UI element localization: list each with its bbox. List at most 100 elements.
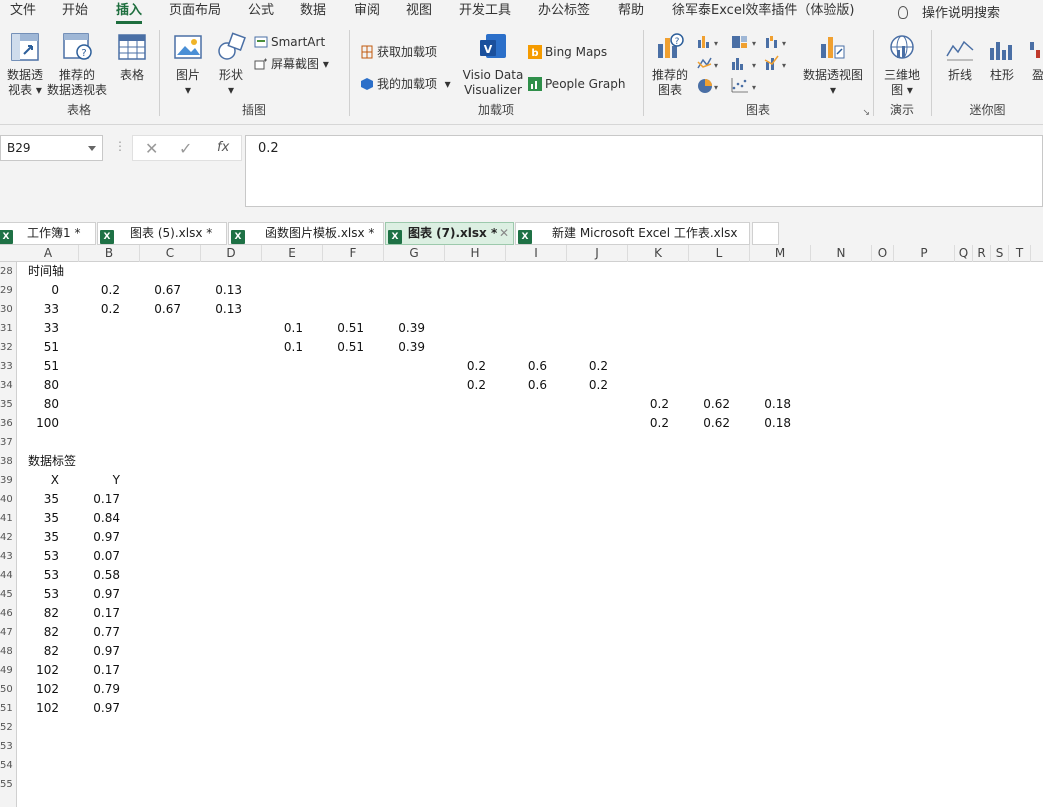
menu-help[interactable]: 帮助 <box>618 2 644 22</box>
column-header[interactable]: P <box>894 245 955 262</box>
more-options-icon[interactable]: ⋮ <box>114 139 126 153</box>
cell[interactable]: 35 <box>18 490 59 509</box>
cell[interactable]: 0.67 <box>140 281 181 300</box>
row-header[interactable]: 42 <box>0 528 17 547</box>
row-header[interactable]: 47 <box>0 623 17 642</box>
cell[interactable]: 102 <box>18 680 59 699</box>
cell[interactable]: 0.2 <box>445 357 486 376</box>
row-header[interactable]: 34 <box>0 376 17 395</box>
cell[interactable]: 0.51 <box>323 319 364 338</box>
cell[interactable]: Y <box>79 471 120 490</box>
row-header[interactable]: 38 <box>0 452 17 471</box>
column-header[interactable]: E <box>262 245 323 262</box>
row-header[interactable]: 43 <box>0 547 17 566</box>
name-box[interactable]: B29 <box>0 135 103 161</box>
column-header[interactable]: T <box>1009 245 1031 262</box>
cell[interactable]: 35 <box>18 528 59 547</box>
cell-area[interactable]: 时间轴 0 0.2 0.67 0.13 33 0.2 0.67 0.13 33 0.1 0.51 0.3… <box>18 262 1043 807</box>
cell[interactable]: 33 <box>18 300 59 319</box>
cell[interactable]: 0.6 <box>506 357 547 376</box>
cell[interactable]: 0.79 <box>79 680 120 699</box>
pivot-table-button[interactable]: 数据透 视表 ▾ <box>4 32 46 98</box>
row-header[interactable]: 36 <box>0 414 17 433</box>
row-header[interactable]: 50 <box>0 680 17 699</box>
column-header[interactable]: M <box>750 245 811 262</box>
cell[interactable]: 0 <box>18 281 59 300</box>
smartart-button[interactable]: SmartArt <box>254 34 325 50</box>
sparkline-column-button[interactable]: 柱形 <box>986 38 1018 83</box>
column-header[interactable]: N <box>811 245 872 262</box>
menu-review[interactable]: 审阅 <box>354 2 380 22</box>
column-header[interactable]: D <box>201 245 262 262</box>
bing-maps-button[interactable]: b Bing Maps <box>528 44 607 60</box>
row-header[interactable]: 28 <box>0 262 17 281</box>
enter-icon[interactable]: ✓ <box>179 139 192 158</box>
column-header[interactable]: G <box>384 245 445 262</box>
spreadsheet-grid[interactable]: ABCDEFGHIJKLMNOPQRST 28 29 30 31 32 33 34 35 36 3… <box>0 245 1043 807</box>
table-button[interactable]: 表格 <box>112 32 152 83</box>
column-header[interactable]: Q <box>955 245 973 262</box>
pivot-chart-button[interactable]: 数据透视图 ▾ <box>800 32 866 98</box>
tab-chart7[interactable]: X 图表 (7).xlsx * ✕ <box>385 222 514 245</box>
menu-insert[interactable]: 插入 <box>116 2 143 24</box>
tab-new-workbook[interactable]: X 新建 Microsoft Excel 工作表.xlsx <box>515 222 750 245</box>
chevron-down-icon[interactable] <box>88 146 96 151</box>
column-header[interactable]: B <box>79 245 140 262</box>
row-header[interactable]: 30 <box>0 300 17 319</box>
cell[interactable]: 51 <box>18 338 59 357</box>
get-addins-button[interactable]: 获取加载项 <box>360 44 437 60</box>
cell[interactable]: 0.84 <box>79 509 120 528</box>
menu-page-layout[interactable]: 页面布局 <box>169 2 221 22</box>
cell[interactable]: 53 <box>18 566 59 585</box>
cell[interactable]: 102 <box>18 661 59 680</box>
insert-function-icon[interactable]: fx <box>217 140 229 155</box>
column-header[interactable]: S <box>991 245 1009 262</box>
my-addins-button[interactable]: 我的加载项 ▾ <box>360 76 451 92</box>
sparkline-line-button[interactable]: 折线 <box>944 38 976 83</box>
sparkline-winloss-button[interactable]: 盈 <box>1028 38 1043 83</box>
row-header[interactable]: 29 <box>0 281 17 300</box>
menu-file[interactable]: 文件 <box>10 2 36 22</box>
chart-type-gallery[interactable]: ▾ ▾ ▾ ▾ ▾ ▾ ▾ ▾ <box>696 34 794 96</box>
cell[interactable]: 0.39 <box>384 319 425 338</box>
cell[interactable]: 0.1 <box>262 338 303 357</box>
row-header[interactable]: 32 <box>0 338 17 357</box>
recommended-charts-button[interactable]: ? 推荐的 图表 <box>650 32 690 98</box>
menu-data[interactable]: 数据 <box>300 2 326 22</box>
cell[interactable]: 0.18 <box>750 395 791 414</box>
cell[interactable]: 0.2 <box>567 376 608 395</box>
column-header[interactable]: C <box>140 245 201 262</box>
screenshot-button[interactable]: 屏幕截图 ▾ <box>254 56 329 72</box>
row-header[interactable]: 52 <box>0 718 17 737</box>
visio-data-visualizer-button[interactable]: V Visio Data Visualizer <box>460 32 526 98</box>
row-header[interactable]: 35 <box>0 395 17 414</box>
cell[interactable]: 0.6 <box>506 376 547 395</box>
row-header[interactable]: 46 <box>0 604 17 623</box>
cell[interactable]: 53 <box>18 547 59 566</box>
row-header[interactable]: 51 <box>0 699 17 718</box>
cell[interactable]: 0.97 <box>79 528 120 547</box>
cell[interactable]: 35 <box>18 509 59 528</box>
cell[interactable]: 0.97 <box>79 699 120 718</box>
dialog-launcher-icon[interactable]: ↘ <box>862 108 870 118</box>
menu-home[interactable]: 开始 <box>62 2 88 22</box>
column-header[interactable]: I <box>506 245 567 262</box>
row-header[interactable]: 48 <box>0 642 17 661</box>
cell[interactable]: 80 <box>18 395 59 414</box>
cell[interactable]: 0.51 <box>323 338 364 357</box>
cell[interactable]: 0.17 <box>79 490 120 509</box>
cell[interactable]: 51 <box>18 357 59 376</box>
3d-map-button[interactable]: 三维地 图 ▾ <box>880 32 924 98</box>
menu-plugin[interactable]: 徐军泰Excel效率插件（体验版) <box>672 2 855 22</box>
cell[interactable]: 0.62 <box>689 414 730 433</box>
cell[interactable]: X <box>18 471 59 490</box>
cell[interactable]: 0.2 <box>567 357 608 376</box>
column-header[interactable]: O <box>872 245 894 262</box>
cell[interactable]: 100 <box>18 414 59 433</box>
tab-workbook1[interactable]: X 工作簿1 * <box>0 222 96 245</box>
row-header[interactable]: 55 <box>0 775 17 794</box>
cell[interactable]: 33 <box>18 319 59 338</box>
people-graph-button[interactable]: People Graph <box>528 76 626 92</box>
column-header[interactable]: J <box>567 245 628 262</box>
cell[interactable]: 0.97 <box>79 642 120 661</box>
